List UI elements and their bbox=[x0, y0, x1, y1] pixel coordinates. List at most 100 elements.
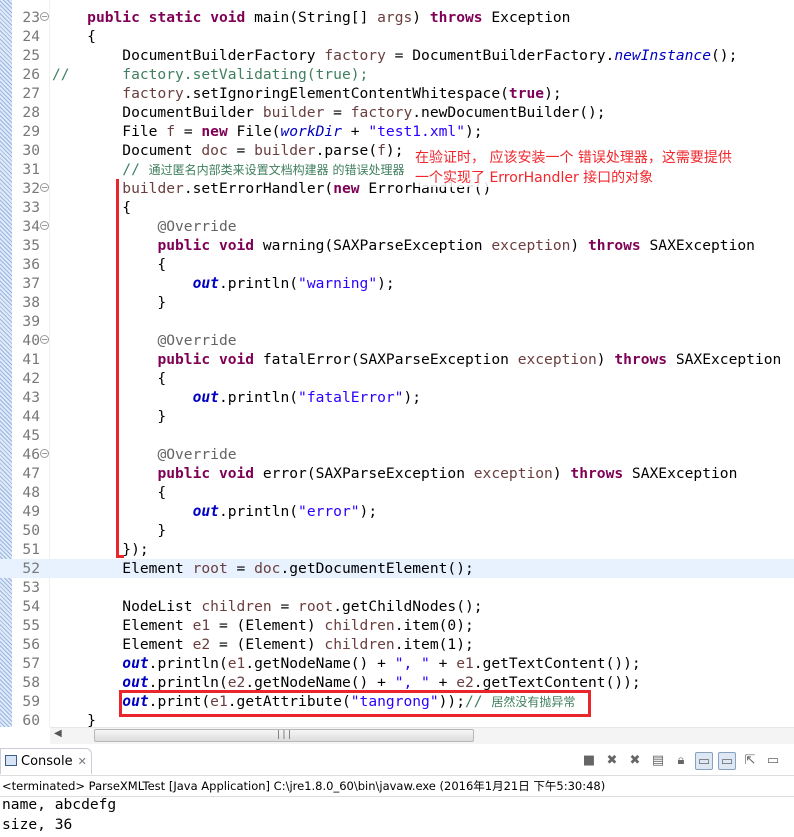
line-number: 35 bbox=[22, 237, 40, 254]
code-line[interactable]: 25 DocumentBuilderFactory factory = Docu… bbox=[0, 46, 794, 65]
tab-console[interactable]: Console ✕ bbox=[0, 748, 92, 774]
code-token: exception bbox=[517, 351, 597, 368]
code-token: exception bbox=[491, 237, 571, 254]
code-line[interactable]: 42 { bbox=[0, 369, 794, 388]
fold-collapse-icon[interactable]: − bbox=[40, 221, 49, 230]
code-line[interactable]: 33 { bbox=[0, 198, 794, 217]
code-line[interactable]: 38 } bbox=[0, 293, 794, 312]
code-token: children bbox=[201, 598, 272, 615]
code-token: = bbox=[227, 142, 255, 159]
code-token: File bbox=[52, 123, 167, 140]
code-line[interactable]: 47 public void error(SAXParseException e… bbox=[0, 464, 794, 483]
code-line[interactable]: 56 Element e2 = (Element) children.item(… bbox=[0, 635, 794, 654]
fold-collapse-icon[interactable]: − bbox=[40, 335, 49, 344]
code-token: { bbox=[52, 484, 167, 501]
clear-console-icon[interactable]: ▤ bbox=[649, 752, 667, 770]
code-line[interactable]: 43 out.println("fatalError"); bbox=[0, 388, 794, 407]
code-token: NodeList bbox=[52, 598, 202, 615]
code-token: } bbox=[52, 522, 167, 539]
code-token: File( bbox=[227, 123, 281, 140]
remove-launch-icon[interactable]: ✖ bbox=[603, 752, 621, 770]
code-text: }); bbox=[52, 540, 148, 559]
code-token: ", " bbox=[394, 674, 430, 691]
code-token: = bbox=[324, 104, 351, 121]
code-line[interactable]: 26 // factory.setValidating(true); bbox=[0, 65, 794, 84]
display-console-icon[interactable]: ▭ bbox=[764, 752, 782, 770]
code-token: ); bbox=[385, 142, 404, 159]
fold-collapse-icon[interactable]: − bbox=[40, 449, 49, 458]
code-line[interactable]: 55 Element e1 = (Element) children.item(… bbox=[0, 616, 794, 635]
pin-console-icon[interactable]: ⇱ bbox=[741, 752, 759, 770]
console-output-line: size, 36 bbox=[2, 816, 73, 833]
horizontal-scrollbar[interactable]: ◀ ||| bbox=[50, 727, 794, 744]
code-line[interactable]: 41 public void fatalError(SAXParseExcept… bbox=[0, 350, 794, 369]
code-line[interactable]: 48 { bbox=[0, 483, 794, 502]
code-line[interactable]: 28 DocumentBuilder builder = factory.new… bbox=[0, 103, 794, 122]
code-line[interactable]: 23− public static void main(String[] arg… bbox=[0, 8, 794, 27]
code-line[interactable]: 50 } bbox=[0, 521, 794, 540]
line-number: 57 bbox=[22, 655, 40, 672]
code-line[interactable]: 36 { bbox=[0, 255, 794, 274]
code-line[interactable]: 35 public void warning(SAXParseException… bbox=[0, 236, 794, 255]
code-line[interactable]: 27 factory.setIgnoringElementContentWhit… bbox=[0, 84, 794, 103]
code-line[interactable]: 52 Element root = doc.getDocumentElement… bbox=[0, 559, 794, 578]
code-token: "warning" bbox=[298, 275, 378, 292]
code-text: DocumentBuilderFactory factory = Documen… bbox=[52, 46, 737, 65]
code-text: public void warning(SAXParseException ex… bbox=[52, 236, 755, 255]
code-token: exception bbox=[473, 465, 553, 482]
remove-all-icon[interactable]: ✖ bbox=[626, 752, 644, 770]
scroll-left-icon[interactable]: ◀ bbox=[54, 728, 62, 739]
code-token: e1 bbox=[456, 655, 474, 672]
code-token: = DocumentBuilderFactory. bbox=[385, 47, 615, 64]
close-icon[interactable]: ✕ bbox=[78, 755, 87, 768]
code-editor[interactable]: 23− public static void main(String[] arg… bbox=[0, 0, 794, 727]
code-line[interactable]: 40− @Override bbox=[0, 331, 794, 350]
scroll-thumb[interactable]: ||| bbox=[94, 729, 474, 742]
code-line[interactable]: 37 out.println("warning"); bbox=[0, 274, 794, 293]
code-text: Element root = doc.getDocumentElement(); bbox=[52, 559, 473, 578]
code-token: static bbox=[148, 9, 202, 26]
code-line[interactable]: 34− @Override bbox=[0, 217, 794, 236]
line-number: 41 bbox=[22, 351, 40, 368]
code-token: // bbox=[52, 161, 149, 178]
terminate-icon[interactable]: ■ bbox=[580, 752, 598, 770]
code-token: .println( bbox=[218, 503, 299, 520]
code-text: out.println("fatalError"); bbox=[52, 388, 421, 407]
code-token: .getNodeName() + bbox=[245, 674, 395, 691]
code-line[interactable]: 49 out.println("error"); bbox=[0, 502, 794, 521]
code-text: out.println("warning"); bbox=[52, 274, 395, 293]
code-line[interactable]: 39 bbox=[0, 312, 794, 331]
scroll-lock-icon[interactable]: 🔒︎ bbox=[672, 752, 690, 770]
code-line[interactable]: 32− builder.setErrorHandler(new ErrorHan… bbox=[0, 179, 794, 198]
line-number: 31 bbox=[22, 161, 40, 178]
code-text: public static void main(String[] args) t… bbox=[52, 8, 570, 27]
code-token: SAXException bbox=[667, 351, 782, 368]
fold-collapse-icon[interactable]: − bbox=[40, 183, 49, 192]
code-token: .println( bbox=[218, 275, 299, 292]
code-token: .item(0); bbox=[394, 617, 474, 634]
code-text: Document doc = builder.parse(f); bbox=[52, 141, 404, 160]
code-line[interactable]: 53 bbox=[0, 578, 794, 597]
show-on-stdout-icon[interactable]: ▭ bbox=[695, 752, 713, 770]
code-token: public bbox=[157, 237, 211, 254]
code-line[interactable]: 54 NodeList children = root.getChildNode… bbox=[0, 597, 794, 616]
code-token: (); bbox=[711, 47, 738, 64]
code-line[interactable]: 46− @Override bbox=[0, 445, 794, 464]
code-line[interactable]: 57 out.println(e1.getNodeName() + ", " +… bbox=[0, 654, 794, 673]
code-line[interactable]: 45 bbox=[0, 426, 794, 445]
fold-collapse-icon[interactable]: − bbox=[40, 12, 49, 21]
show-on-stderr-icon[interactable]: ▭ bbox=[718, 752, 736, 770]
code-line[interactable]: 44 } bbox=[0, 407, 794, 426]
code-line[interactable]: 24 { bbox=[0, 27, 794, 46]
code-token: e1 bbox=[192, 617, 211, 634]
code-token: = bbox=[175, 123, 202, 140]
code-token: error(SAXParseException bbox=[254, 465, 474, 482]
code-token: .getTextContent()); bbox=[473, 655, 641, 672]
code-text: { bbox=[52, 27, 96, 46]
code-token: + bbox=[341, 123, 369, 140]
code-line[interactable]: 29 File f = new File(workDir + "test1.xm… bbox=[0, 122, 794, 141]
code-token: e2 bbox=[192, 636, 211, 653]
